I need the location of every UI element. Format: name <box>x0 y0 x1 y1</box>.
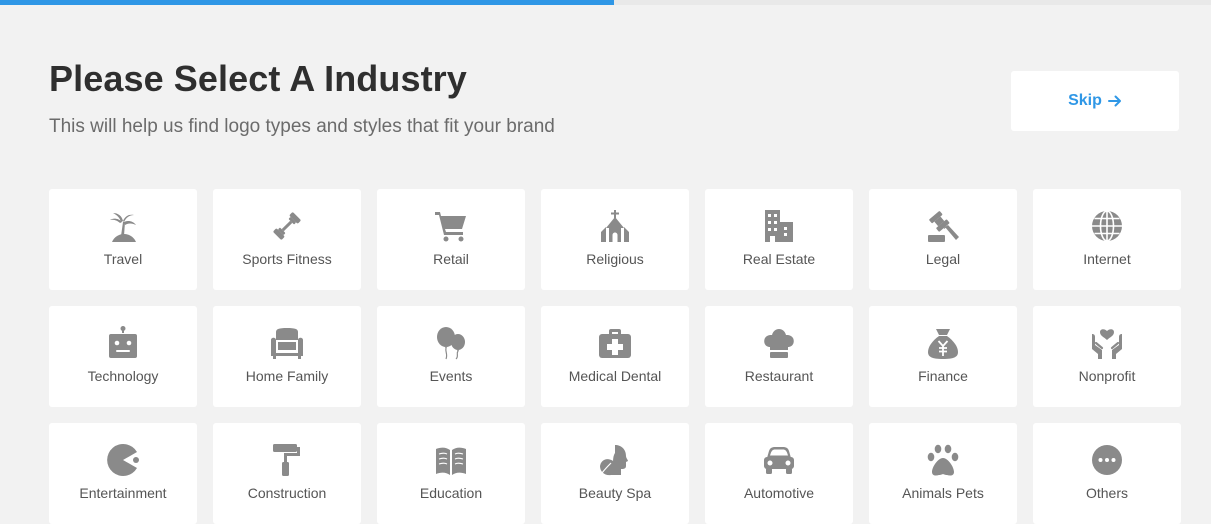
industry-tile-home-family[interactable]: Home Family <box>213 306 361 407</box>
page-subtitle: This will help us find logo types and st… <box>49 116 555 137</box>
industry-tile-events[interactable]: Events <box>377 306 525 407</box>
progress-bar <box>0 0 1211 5</box>
hands-heart-icon <box>1090 326 1124 360</box>
globe-icon <box>1090 209 1124 243</box>
page-title: Please Select A Industry <box>49 58 467 99</box>
industry-tile-label: Automotive <box>743 485 815 501</box>
industry-tile-label: Restaurant <box>744 368 814 384</box>
skip-button-label: Skip <box>1068 92 1102 109</box>
pacman-icon <box>106 443 140 477</box>
industry-tile-label: Religious <box>586 251 644 267</box>
industry-tile-legal[interactable]: Legal <box>869 189 1017 290</box>
industry-tile-label: Medical Dental <box>568 368 662 384</box>
church-icon <box>598 209 632 243</box>
industry-tile-restaurant[interactable]: Restaurant <box>705 306 853 407</box>
balloons-icon <box>434 326 468 360</box>
industry-tile-label: Entertainment <box>79 485 167 501</box>
skip-button[interactable]: Skip <box>1011 71 1179 131</box>
industry-tile-construction[interactable]: Construction <box>213 423 361 524</box>
industry-tile-real-estate[interactable]: Real Estate <box>705 189 853 290</box>
gavel-icon <box>926 209 960 243</box>
industry-tile-label: Technology <box>87 368 159 384</box>
armchair-icon <box>270 326 304 360</box>
industry-grid: Travel Sports Fitness Retail Religious Real … <box>49 189 1181 524</box>
industry-tile-label: Events <box>429 368 473 384</box>
progress-bar-fill <box>0 0 614 5</box>
chef-hat-icon <box>762 326 796 360</box>
industry-tile-travel[interactable]: Travel <box>49 189 197 290</box>
paw-icon <box>926 443 960 477</box>
car-icon <box>762 443 796 477</box>
industry-tile-label: Finance <box>918 368 968 384</box>
shopping-cart-icon <box>434 209 468 243</box>
industry-tile-finance[interactable]: Finance <box>869 306 1017 407</box>
industry-tile-others[interactable]: Others <box>1033 423 1181 524</box>
building-icon <box>762 209 796 243</box>
industry-tile-medical-dental[interactable]: Medical Dental <box>541 306 689 407</box>
industry-tile-religious[interactable]: Religious <box>541 189 689 290</box>
industry-tile-label: Others <box>1085 485 1128 501</box>
industry-tile-label: Retail <box>433 251 469 267</box>
industry-tile-label: Construction <box>247 485 327 501</box>
industry-tile-label: Animals Pets <box>902 485 984 501</box>
industry-tile-nonprofit[interactable]: Nonprofit <box>1033 306 1181 407</box>
industry-tile-animals-pets[interactable]: Animals Pets <box>869 423 1017 524</box>
industry-tile-technology[interactable]: Technology <box>49 306 197 407</box>
industry-tile-retail[interactable]: Retail <box>377 189 525 290</box>
paint-roller-icon <box>270 443 304 477</box>
palm-island-icon <box>106 209 140 243</box>
open-book-icon <box>434 443 468 477</box>
industry-tile-label: Home Family <box>245 368 329 384</box>
arrow-right-icon <box>1107 94 1122 108</box>
industry-tile-label: Beauty Spa <box>578 485 652 501</box>
industry-tile-label: Internet <box>1083 251 1131 267</box>
medical-kit-icon <box>598 326 632 360</box>
robot-icon <box>106 326 140 360</box>
industry-tile-label: Travel <box>103 251 143 267</box>
money-bag-icon <box>926 326 960 360</box>
industry-tile-automotive[interactable]: Automotive <box>705 423 853 524</box>
industry-tile-label: Sports Fitness <box>242 251 332 267</box>
industry-tile-entertainment[interactable]: Entertainment <box>49 423 197 524</box>
face-leaf-icon <box>598 443 632 477</box>
industry-tile-label: Education <box>419 485 483 501</box>
industry-tile-label: Legal <box>925 251 961 267</box>
industry-tile-label: Real Estate <box>742 251 816 267</box>
industry-tile-education[interactable]: Education <box>377 423 525 524</box>
dumbbell-icon <box>270 209 304 243</box>
industry-tile-internet[interactable]: Internet <box>1033 189 1181 290</box>
industry-tile-beauty-spa[interactable]: Beauty Spa <box>541 423 689 524</box>
industry-tile-label: Nonprofit <box>1078 368 1136 384</box>
more-dots-icon <box>1090 443 1124 477</box>
industry-tile-sports-fitness[interactable]: Sports Fitness <box>213 189 361 290</box>
